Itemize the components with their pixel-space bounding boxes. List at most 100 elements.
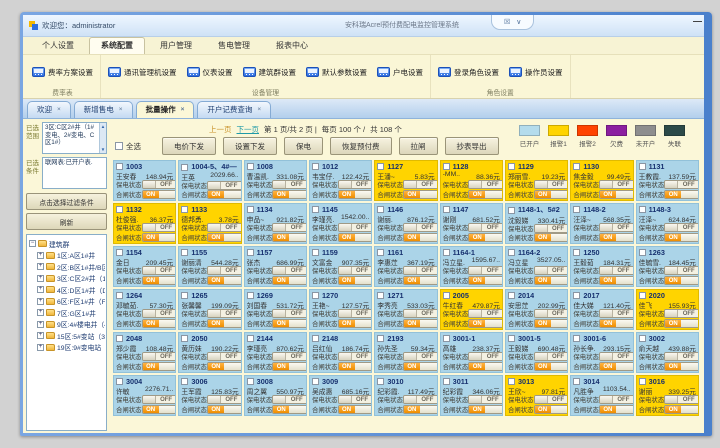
next-page-link[interactable]: 下一页 xyxy=(237,124,260,135)
protect-toggle[interactable]: OFF xyxy=(664,223,699,232)
card-checkbox[interactable] xyxy=(639,206,646,213)
ribbon-button[interactable]: 操作员设置 xyxy=(509,67,563,78)
protect-toggle[interactable]: OFF xyxy=(664,395,699,404)
tree-node[interactable]: +9区:4#楼电井（4#楼 xyxy=(29,319,105,331)
card-checkbox[interactable] xyxy=(508,292,515,299)
protect-toggle[interactable]: OFF xyxy=(272,180,307,189)
card-checkbox[interactable] xyxy=(443,249,450,256)
meter-card[interactable]: 2148吕红仙186.74元保电状态OFF合闸状态ON xyxy=(309,332,372,373)
protect-toggle[interactable]: OFF xyxy=(207,181,242,190)
meter-card[interactable]: 3001-1高雄238.37元保电状态OFF合闸状态ON xyxy=(440,332,503,373)
switch-toggle[interactable]: ON xyxy=(664,233,699,242)
tree-node[interactable]: +2区:B区1#井/B区1#井 xyxy=(29,261,105,273)
document-tab[interactable]: 批量操作× xyxy=(136,101,195,118)
ribbon-button[interactable]: 费率方案设置 xyxy=(32,67,93,78)
tree-node[interactable]: +6区:F区1#井（F区1# xyxy=(29,296,105,308)
switch-toggle[interactable]: ON xyxy=(142,319,177,328)
protect-toggle[interactable]: OFF xyxy=(142,309,177,318)
protect-toggle[interactable]: OFF xyxy=(468,352,503,361)
expand-icon[interactable]: + xyxy=(37,252,44,259)
protect-toggle[interactable]: OFF xyxy=(599,309,634,318)
refresh-button[interactable]: 刷新 xyxy=(26,213,107,230)
protect-toggle[interactable]: OFF xyxy=(664,309,699,318)
tree-node[interactable]: +4区:D区1#井（D区1# xyxy=(29,284,105,296)
protect-toggle[interactable]: OFF xyxy=(207,395,242,404)
meter-card[interactable]: 3011纪彩霞346.06元保电状态OFF合闸状态ON xyxy=(440,375,503,416)
card-checkbox[interactable] xyxy=(508,163,515,170)
meter-card[interactable]: 1265张馨馨199.09元保电状态OFF合闸状态ON xyxy=(178,289,241,330)
action-button[interactable]: 抄表导出 xyxy=(445,137,499,155)
protect-toggle[interactable]: OFF xyxy=(599,223,634,232)
switch-toggle[interactable]: ON xyxy=(272,362,307,371)
meter-card[interactable]: 1161李惠茳367.19元保电状态OFF合闸状态ON xyxy=(374,246,437,287)
switch-toggle[interactable]: ON xyxy=(468,276,503,285)
switch-toggle[interactable]: ON xyxy=(534,362,569,371)
meter-card[interactable]: 3013王欣~97.81元保电状态OFF合闸状态ON xyxy=(505,375,568,416)
card-checkbox[interactable] xyxy=(247,249,254,256)
meter-card[interactable]: 2014安思茳202.99元保电状态OFF合闸状态ON xyxy=(505,289,568,330)
protect-toggle[interactable]: OFF xyxy=(534,266,569,275)
card-checkbox[interactable] xyxy=(312,249,319,256)
card-checkbox[interactable] xyxy=(508,207,515,214)
tree-node[interactable]: +19区:9#变电站（2#） xyxy=(29,342,105,354)
card-checkbox[interactable] xyxy=(181,206,188,213)
meter-card[interactable]: 1269刘国春531.72元保电状态OFF合闸状态ON xyxy=(244,289,307,330)
card-checkbox[interactable] xyxy=(639,335,646,342)
protect-toggle[interactable]: OFF xyxy=(338,395,373,404)
ribbon-button[interactable]: 通讯管理机设置 xyxy=(108,67,177,78)
switch-toggle[interactable]: ON xyxy=(599,405,634,414)
protect-toggle[interactable]: OFF xyxy=(468,395,503,404)
meter-card[interactable]: 1250王毅茹184.31元保电状态OFF合闸状态ON xyxy=(570,246,633,287)
scrollbar[interactable]: ▲ ▼ xyxy=(99,123,106,153)
switch-toggle[interactable]: ON xyxy=(207,276,242,285)
meter-card[interactable]: 3004许敏2276.71..保电状态OFF合闸状态ON xyxy=(113,375,176,416)
chevron-down-icon[interactable]: ∨ xyxy=(516,18,521,26)
menu-tab[interactable]: 售电管理 xyxy=(207,38,261,54)
action-button[interactable]: 设置下发 xyxy=(223,137,277,155)
close-icon[interactable]: × xyxy=(181,106,185,113)
tree-node[interactable]: +1区:A区1#井 xyxy=(29,250,105,262)
card-checkbox[interactable] xyxy=(573,292,580,299)
meter-card[interactable]: 1263佳毓雪.184.45元保电状态OFF合闸状态ON xyxy=(636,246,699,287)
meter-card[interactable]: 1146谢丽.876.12元保电状态OFF合闸状态ON xyxy=(374,203,437,244)
switch-toggle[interactable]: ON xyxy=(338,319,373,328)
card-checkbox[interactable] xyxy=(247,335,254,342)
protect-toggle[interactable]: OFF xyxy=(599,395,634,404)
meter-card[interactable]: 3016谢丽339.25元保电状态OFF合闸状态ON xyxy=(636,375,699,416)
card-checkbox[interactable] xyxy=(377,335,384,342)
card-checkbox[interactable] xyxy=(312,378,319,385)
card-checkbox[interactable] xyxy=(639,163,646,170)
meter-card[interactable]: 3006王军霞125.83元保电状态OFF合闸状态ON xyxy=(178,375,241,416)
prev-page-link[interactable]: 上一页 xyxy=(209,124,232,135)
meter-card[interactable]: 1270王艳~127.57元保电状态OFF合闸状态ON xyxy=(309,289,372,330)
switch-toggle[interactable]: ON xyxy=(142,190,177,199)
protect-toggle[interactable]: OFF xyxy=(142,352,177,361)
switch-toggle[interactable]: ON xyxy=(599,319,634,328)
switch-toggle[interactable]: ON xyxy=(403,233,438,242)
protect-toggle[interactable]: OFF xyxy=(142,223,177,232)
protect-toggle[interactable]: OFF xyxy=(599,180,634,189)
expand-icon[interactable]: + xyxy=(37,332,44,339)
switch-toggle[interactable]: ON xyxy=(468,362,503,371)
meter-card[interactable]: 1148-3汪泽~624.84元保电状态OFF合闸状态ON xyxy=(636,203,699,244)
card-checkbox[interactable] xyxy=(116,163,123,170)
protect-toggle[interactable]: OFF xyxy=(403,309,438,318)
card-checkbox[interactable] xyxy=(116,206,123,213)
selected-range-box[interactable]: 3区:C区2#井（1#变电、2#变电、C区1#） ▲ ▼ xyxy=(42,122,107,154)
protect-toggle[interactable]: OFF xyxy=(272,309,307,318)
protect-toggle[interactable]: OFF xyxy=(272,352,307,361)
switch-toggle[interactable]: ON xyxy=(599,190,634,199)
card-checkbox[interactable] xyxy=(443,292,450,299)
close-icon[interactable]: × xyxy=(57,106,61,113)
meter-card[interactable]: 3001-6孙长争.293.15元保电状态OFF合闸状态ON xyxy=(570,332,633,373)
switch-toggle[interactable]: ON xyxy=(664,405,699,414)
meter-card[interactable]: 1127王潘~5.83元保电状态OFF合闸状态ON xyxy=(374,160,437,201)
action-button[interactable]: 电价下发 xyxy=(162,137,216,155)
skin-icon[interactable]: ☒ xyxy=(504,18,510,26)
meter-card[interactable]: 3008周之翼550.97元保电状态OFF合闸状态ON xyxy=(244,375,307,416)
meter-card[interactable]: 1264邓毓茹.57.30元保电状态OFF合闸状态ON xyxy=(113,289,176,330)
protect-toggle[interactable]: OFF xyxy=(338,309,373,318)
protect-toggle[interactable]: OFF xyxy=(468,266,503,275)
switch-toggle[interactable]: ON xyxy=(207,233,242,242)
menu-tab[interactable]: 个人设置 xyxy=(31,38,85,54)
